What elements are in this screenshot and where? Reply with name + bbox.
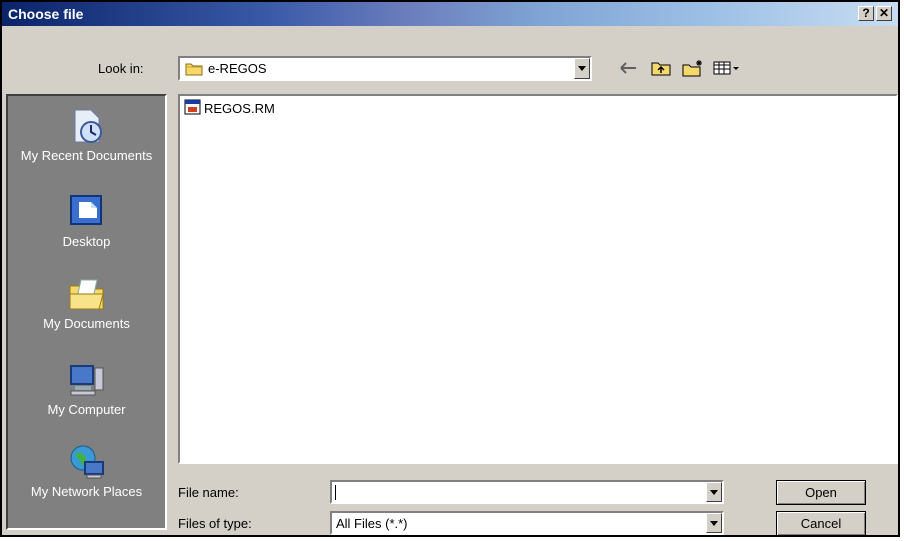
network-places-icon [67,442,107,482]
view-menu-icon[interactable] [712,58,742,78]
back-arrow-icon[interactable] [618,58,640,78]
chevron-down-icon[interactable] [706,482,722,502]
new-folder-icon[interactable] [682,58,704,78]
file-type-select[interactable]: All Files (*.*) [330,511,724,535]
list-item[interactable]: REGOS.RM [184,99,275,118]
cancel-button[interactable]: Cancel [776,511,866,536]
place-my-computer[interactable]: My Computer [8,360,165,417]
place-desktop[interactable]: Desktop [8,192,165,249]
look-in-value: e-REGOS [208,61,267,76]
place-network-places[interactable]: My Network Places [8,442,165,499]
place-label: My Network Places [30,484,143,499]
place-label: Desktop [62,234,111,249]
look-in-select[interactable]: e-REGOS [178,56,592,81]
places-bar: My Recent Documents Desktop My Documents… [6,94,167,530]
my-documents-icon [67,274,107,314]
place-label: My Recent Documents [20,148,153,163]
my-computer-icon [67,360,107,400]
title-bar: Choose file ? ✕ [2,2,898,26]
open-button[interactable]: Open [776,480,866,505]
file-type-label: Files of type: [178,516,252,531]
file-name: REGOS.RM [204,101,275,116]
place-recent-documents[interactable]: My Recent Documents [8,106,165,163]
file-name-input[interactable] [330,480,724,504]
media-file-icon [184,99,201,118]
close-button[interactable]: ✕ [876,6,892,21]
up-folder-icon[interactable] [650,58,672,78]
chevron-down-icon[interactable] [706,513,722,533]
file-name-label: File name: [178,485,239,500]
file-type-value: All Files (*.*) [336,516,408,531]
choose-file-dialog: Choose file ? ✕ Look in: e-REGOS My Rece… [0,0,900,537]
look-in-label: Look in: [98,61,144,76]
help-button[interactable]: ? [858,6,874,21]
desktop-icon [67,192,107,232]
place-my-documents[interactable]: My Documents [8,274,165,331]
recent-documents-icon [67,106,107,146]
chevron-down-icon[interactable] [574,58,590,79]
folder-icon [185,61,203,79]
text-caret [335,485,336,500]
place-label: My Documents [43,316,130,331]
place-label: My Computer [47,402,126,417]
file-list[interactable]: REGOS.RM [178,94,898,464]
dialog-title: Choose file [8,6,84,22]
